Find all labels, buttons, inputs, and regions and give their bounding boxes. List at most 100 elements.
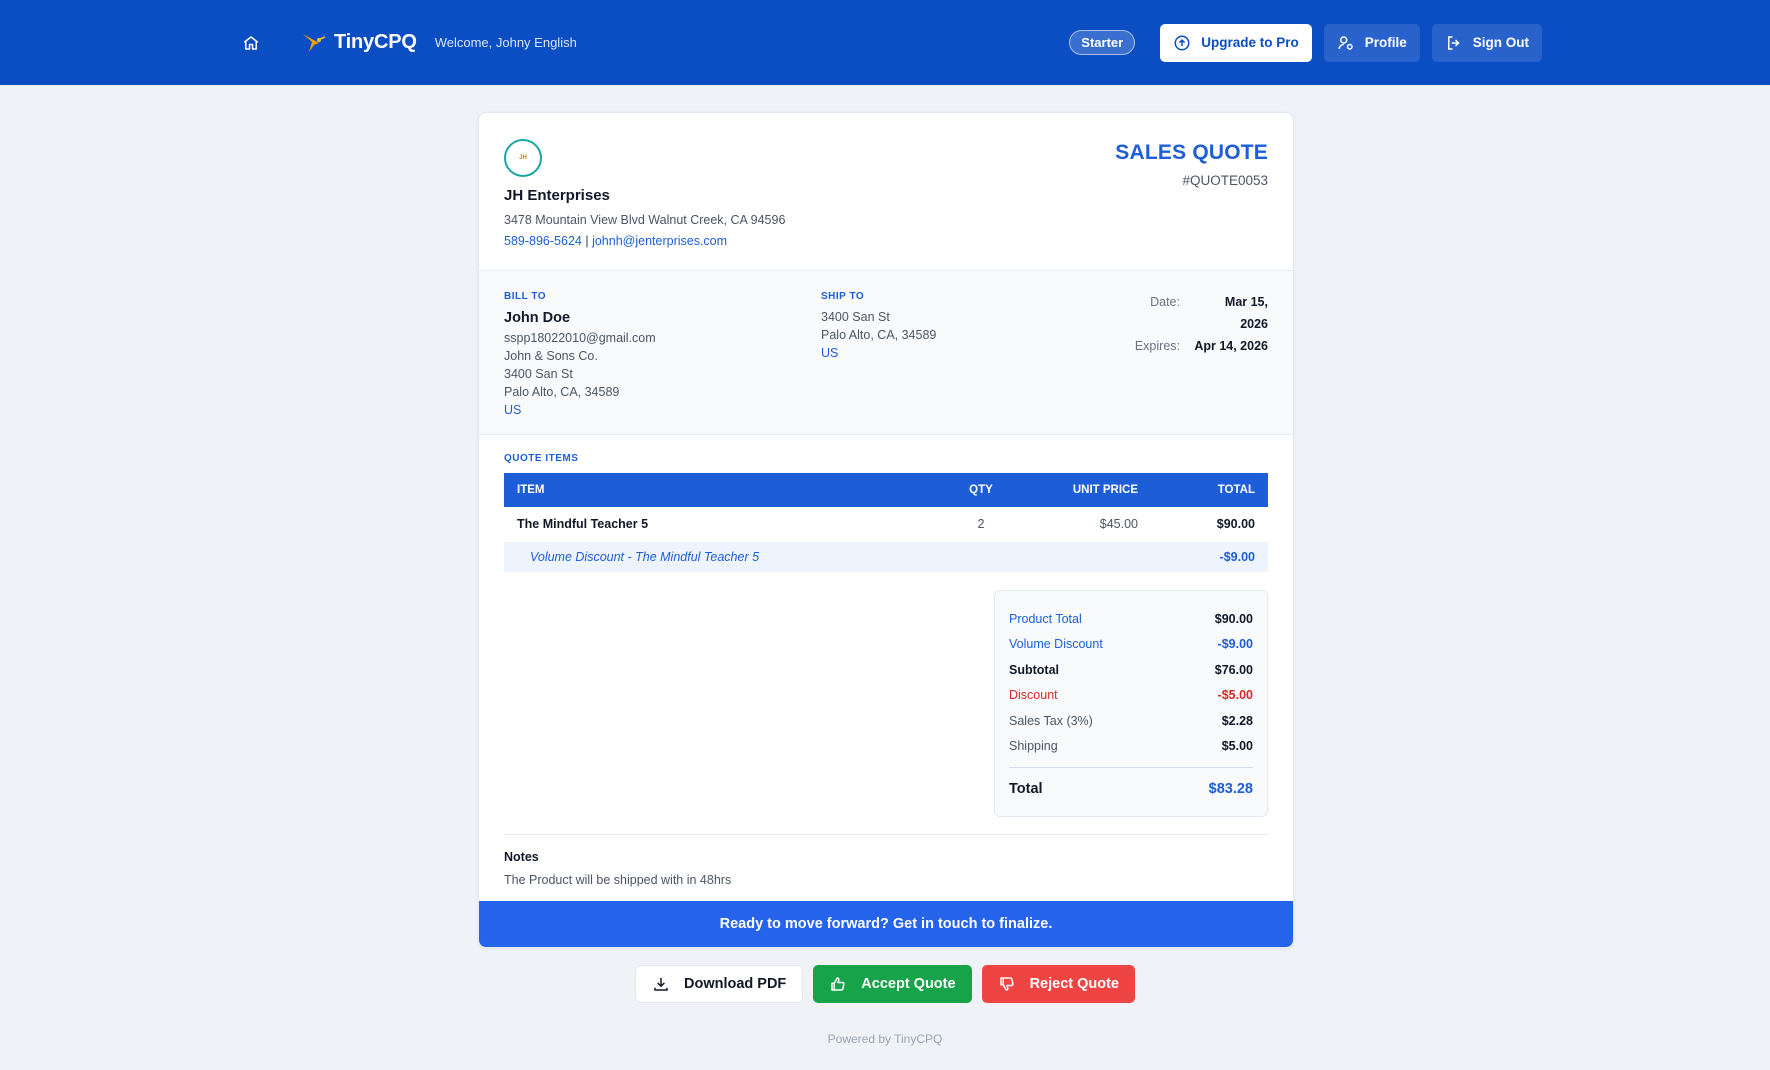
- upgrade-button[interactable]: Upgrade to Pro: [1160, 23, 1312, 62]
- upgrade-label: Upgrade to Pro: [1201, 35, 1299, 50]
- subtotal-value: $76.00: [1214, 662, 1253, 677]
- discount-total-row: Discount -$5.00: [1009, 683, 1253, 709]
- subtotal-row: Subtotal $76.00: [1009, 658, 1253, 684]
- sales-tax-label: Sales Tax (3%): [1009, 713, 1093, 728]
- col-qty: QTY: [969, 484, 993, 496]
- expires-label: Expires:: [1134, 339, 1180, 353]
- ship-to-label: SHIP TO: [821, 291, 865, 302]
- hummingbird-logo-icon: [300, 30, 326, 56]
- bill-to: BILL TO John Doe sspp18022010@gmail.com …: [504, 291, 656, 419]
- quote-actions: Download PDF Accept Quote Reject Quote: [0, 965, 1770, 1003]
- cta-banner: Ready to move forward? Get in touch to f…: [479, 901, 1293, 947]
- ship-to-country: US: [821, 346, 839, 360]
- date-row: Date: Mar 15, 2026: [1120, 291, 1268, 335]
- shipping-value: $5.00: [1221, 739, 1253, 753]
- items-section: QUOTE ITEMS ITEM QTY UNIT PRICE TOTAL Th…: [479, 435, 1293, 817]
- company-address: 3478 Mountain View Blvd Walnut Creek, CA…: [504, 213, 786, 227]
- accept-quote-label: Accept Quote: [861, 976, 956, 992]
- bill-to-label: BILL TO: [504, 291, 547, 302]
- notes-body: The Product will be shipped with in 48hr…: [504, 873, 732, 887]
- sales-tax-row: Sales Tax (3%) $2.28: [1009, 709, 1253, 735]
- discount-value: -$5.00: [1217, 688, 1253, 702]
- expires-row: Expires: Apr 14, 2026: [1120, 335, 1268, 357]
- user-settings-icon: [1338, 35, 1353, 50]
- item-total: $90.00: [1151, 507, 1268, 543]
- company-logo: JH: [504, 139, 542, 177]
- expires-value: Apr 14, 2026: [1194, 339, 1268, 353]
- powered-by-footer[interactable]: Powered by TinyCPQ: [0, 1032, 1770, 1046]
- ship-to-city: Palo Alto, CA, 34589: [821, 328, 937, 342]
- sign-out-button[interactable]: Sign Out: [1431, 23, 1542, 62]
- profile-button[interactable]: Profile: [1323, 23, 1420, 62]
- discount-label: Discount: [1009, 688, 1058, 702]
- volume-discount-row: Volume Discount -$9.00: [1009, 632, 1253, 658]
- product-total-value: $90.00: [1214, 611, 1253, 626]
- contact-separator: |: [585, 234, 589, 248]
- totals-box: Product Total $90.00 Volume Discount -$9…: [994, 589, 1268, 817]
- notes-title: Notes: [504, 850, 539, 864]
- home-icon[interactable]: [240, 32, 262, 54]
- company-contact: 589-896-5624 | johnh@jenterprises.com: [504, 234, 1268, 248]
- bill-to-company: John & Sons Co.: [504, 349, 598, 363]
- profile-label: Profile: [1364, 35, 1407, 50]
- product-total-label: Product Total: [1009, 611, 1082, 626]
- sign-out-icon: [1447, 35, 1460, 50]
- discount-row: Volume Discount - The Mindful Teacher 5 …: [504, 542, 1268, 572]
- date-label: Date:: [1150, 295, 1180, 309]
- shipping-label: Shipping: [1009, 739, 1058, 753]
- notes-section: Notes The Product will be shipped with i…: [504, 834, 1268, 887]
- item-name: The Mindful Teacher 5: [504, 507, 946, 543]
- download-pdf-button[interactable]: Download PDF: [634, 965, 804, 1003]
- table-header-row: ITEM QTY UNIT PRICE TOTAL: [504, 473, 1268, 507]
- ship-to-street: 3400 San St: [821, 310, 890, 324]
- shipping-row: Shipping $5.00: [1009, 734, 1253, 760]
- quote-heading: SALES QUOTE #QUOTE0053: [1115, 141, 1268, 188]
- welcome-text: Welcome, Johny English: [434, 35, 577, 50]
- discount-total: -$9.00: [1151, 542, 1268, 572]
- col-item: ITEM: [517, 484, 545, 496]
- bill-to-name: John Doe: [504, 310, 571, 326]
- quote-items-label: QUOTE ITEMS: [504, 453, 579, 464]
- bill-to-street: 3400 San St: [504, 367, 573, 381]
- grand-total-row: Total $83.28: [1009, 766, 1253, 803]
- item-unit-price: $45.00: [1016, 507, 1151, 543]
- item-qty: 2: [946, 507, 1016, 543]
- grand-total-value: $83.28: [1208, 780, 1253, 797]
- accept-quote-button[interactable]: Accept Quote: [813, 965, 972, 1003]
- product-total-row: Product Total $90.00: [1009, 607, 1253, 633]
- items-table: ITEM QTY UNIT PRICE TOTAL The Mindful Te…: [504, 473, 1268, 572]
- bill-to-city: Palo Alto, CA, 34589: [504, 385, 620, 399]
- arrow-up-circle-icon: [1174, 35, 1190, 50]
- volume-discount-label: Volume Discount: [1009, 637, 1103, 651]
- brand[interactable]: TinyCPQ: [300, 30, 417, 56]
- thumbs-up-icon: [831, 977, 845, 991]
- bill-to-email: sspp18022010@gmail.com: [504, 331, 656, 345]
- table-row: The Mindful Teacher 5 2 $45.00 $90.00: [504, 507, 1268, 543]
- subtotal-label: Subtotal: [1009, 662, 1059, 677]
- quote-title: SALES QUOTE: [1115, 141, 1268, 164]
- quote-dates: Date: Mar 15, 2026 Expires: Apr 14, 2026: [1120, 291, 1268, 357]
- volume-discount-value: -$9.00: [1217, 637, 1253, 651]
- quote-card: JH JH Enterprises 3478 Mountain View Blv…: [478, 112, 1294, 948]
- top-nav-bar: TinyCPQ Welcome, Johny English Starter U…: [0, 0, 1770, 85]
- col-total: TOTAL: [1217, 484, 1255, 496]
- date-value: Mar 15, 2026: [1224, 295, 1268, 331]
- download-icon: [654, 978, 668, 991]
- thumbs-down-icon: [999, 977, 1014, 991]
- company-phone[interactable]: 589-896-5624: [504, 234, 582, 248]
- bill-to-country: US: [504, 403, 522, 417]
- sign-out-label: Sign Out: [1472, 35, 1529, 50]
- brand-name: TinyCPQ: [334, 31, 417, 53]
- company-email[interactable]: johnh@jenterprises.com: [592, 234, 727, 248]
- grand-total-label: Total: [1009, 780, 1043, 797]
- ship-to: SHIP TO 3400 San St Palo Alto, CA, 34589…: [821, 291, 936, 362]
- plan-badge: Starter: [1069, 30, 1136, 55]
- reject-quote-label: Reject Quote: [1029, 976, 1119, 992]
- sales-tax-value: $2.28: [1221, 713, 1253, 728]
- reject-quote-button[interactable]: Reject Quote: [981, 965, 1135, 1003]
- discount-name: Volume Discount - The Mindful Teacher 5: [504, 542, 1151, 572]
- address-section: BILL TO John Doe sspp18022010@gmail.com …: [479, 271, 1293, 435]
- company-section: JH JH Enterprises 3478 Mountain View Blv…: [479, 113, 1293, 271]
- col-unit-price: UNIT PRICE: [1072, 484, 1138, 496]
- download-pdf-label: Download PDF: [683, 976, 787, 992]
